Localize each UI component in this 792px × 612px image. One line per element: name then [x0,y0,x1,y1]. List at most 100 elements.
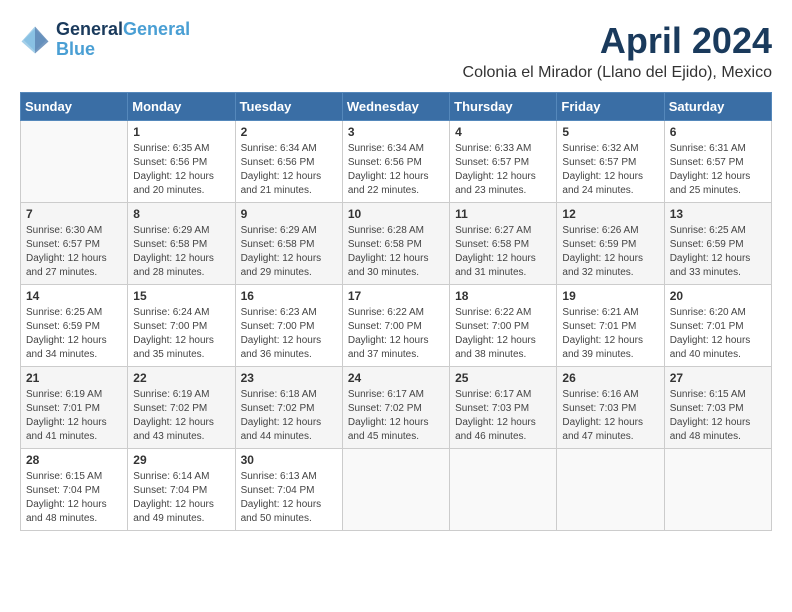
week-row-1: 1Sunrise: 6:35 AMSunset: 6:56 PMDaylight… [21,121,772,203]
day-number: 12 [562,207,658,221]
calendar-table: SundayMondayTuesdayWednesdayThursdayFrid… [20,92,772,531]
day-number: 14 [26,289,122,303]
day-cell: 30 Sunrise: 6:13 AMSunset: 7:04 PMDayligh… [235,449,342,531]
day-number: 3 [348,125,444,139]
day-info: Sunrise: 6:16 AMSunset: 7:03 PMDaylight:… [562,388,658,444]
day-cell: 10 Sunrise: 6:28 AMSunset: 6:58 PMDayligh… [342,203,449,285]
day-info: Sunrise: 6:31 AMSunset: 6:57 PMDaylight:… [670,142,766,198]
day-info: Sunrise: 6:15 AMSunset: 7:03 PMDaylight:… [670,388,766,444]
day-number: 6 [670,125,766,139]
day-number: 27 [670,371,766,385]
week-row-4: 21 Sunrise: 6:19 AMSunset: 7:01 PMDayligh… [21,367,772,449]
location-title: Colonia el Mirador (Llano del Ejido), Me… [463,64,772,82]
day-number: 22 [133,371,229,385]
day-info: Sunrise: 6:13 AMSunset: 7:04 PMDaylight:… [241,470,337,526]
day-cell: 11 Sunrise: 6:27 AMSunset: 6:58 PMDayligh… [450,203,557,285]
day-number: 15 [133,289,229,303]
page-header: GeneralGeneral Blue April 2024 Colonia e… [20,20,772,82]
day-cell [450,449,557,531]
day-cell [664,449,771,531]
day-info: Sunrise: 6:23 AMSunset: 7:00 PMDaylight:… [241,306,337,362]
day-info: Sunrise: 6:14 AMSunset: 7:04 PMDaylight:… [133,470,229,526]
column-header-saturday: Saturday [664,93,771,121]
day-cell: 18 Sunrise: 6:22 AMSunset: 7:00 PMDayligh… [450,285,557,367]
logo-icon [20,25,50,55]
day-number: 9 [241,207,337,221]
logo: GeneralGeneral Blue [20,20,190,60]
day-info: Sunrise: 6:18 AMSunset: 7:02 PMDaylight:… [241,388,337,444]
day-number: 8 [133,207,229,221]
day-cell: 6 Sunrise: 6:31 AMSunset: 6:57 PMDaylight… [664,121,771,203]
month-title: April 2024 [463,20,772,62]
day-info: Sunrise: 6:20 AMSunset: 7:01 PMDaylight:… [670,306,766,362]
day-number: 30 [241,453,337,467]
day-number: 24 [348,371,444,385]
day-info: Sunrise: 6:25 AMSunset: 6:59 PMDaylight:… [670,224,766,280]
day-cell: 19Sunrise: 6:21 AMSunset: 7:01 PMDayligh… [557,285,664,367]
day-info: Sunrise: 6:35 AMSunset: 6:56 PMDaylight:… [133,142,229,198]
day-number: 21 [26,371,122,385]
day-number: 29 [133,453,229,467]
day-cell: 1Sunrise: 6:35 AMSunset: 6:56 PMDaylight… [128,121,235,203]
day-cell: 25 Sunrise: 6:17 AMSunset: 7:03 PMDayligh… [450,367,557,449]
day-info: Sunrise: 6:29 AMSunset: 6:58 PMDaylight:… [133,224,229,280]
day-cell: 13 Sunrise: 6:25 AMSunset: 6:59 PMDayligh… [664,203,771,285]
day-info: Sunrise: 6:24 AMSunset: 7:00 PMDaylight:… [133,306,229,362]
day-info: Sunrise: 6:32 AMSunset: 6:57 PMDaylight:… [562,142,658,198]
day-cell: 20 Sunrise: 6:20 AMSunset: 7:01 PMDayligh… [664,285,771,367]
day-cell: 21 Sunrise: 6:19 AMSunset: 7:01 PMDayligh… [21,367,128,449]
day-info: Sunrise: 6:25 AMSunset: 6:59 PMDaylight:… [26,306,122,362]
day-cell: 23 Sunrise: 6:18 AMSunset: 7:02 PMDayligh… [235,367,342,449]
day-cell [342,449,449,531]
day-number: 10 [348,207,444,221]
day-cell: 28 Sunrise: 6:15 AMSunset: 7:04 PMDayligh… [21,449,128,531]
week-row-3: 14 Sunrise: 6:25 AMSunset: 6:59 PMDayligh… [21,285,772,367]
week-row-5: 28 Sunrise: 6:15 AMSunset: 7:04 PMDayligh… [21,449,772,531]
day-number: 16 [241,289,337,303]
day-number: 28 [26,453,122,467]
day-number: 20 [670,289,766,303]
day-info: Sunrise: 6:33 AMSunset: 6:57 PMDaylight:… [455,142,551,198]
week-row-2: 7Sunrise: 6:30 AMSunset: 6:57 PMDaylight… [21,203,772,285]
day-cell [557,449,664,531]
day-info: Sunrise: 6:19 AMSunset: 7:02 PMDaylight:… [133,388,229,444]
logo-text: GeneralGeneral Blue [56,20,190,60]
day-cell: 14 Sunrise: 6:25 AMSunset: 6:59 PMDayligh… [21,285,128,367]
day-number: 19 [562,289,658,303]
day-cell: 24Sunrise: 6:17 AMSunset: 7:02 PMDayligh… [342,367,449,449]
day-info: Sunrise: 6:27 AMSunset: 6:58 PMDaylight:… [455,224,551,280]
day-cell: 9Sunrise: 6:29 AMSunset: 6:58 PMDaylight… [235,203,342,285]
column-header-friday: Friday [557,93,664,121]
day-number: 18 [455,289,551,303]
column-header-thursday: Thursday [450,93,557,121]
day-info: Sunrise: 6:22 AMSunset: 7:00 PMDaylight:… [348,306,444,362]
day-number: 23 [241,371,337,385]
day-info: Sunrise: 6:22 AMSunset: 7:00 PMDaylight:… [455,306,551,362]
title-block: April 2024 Colonia el Mirador (Llano del… [463,20,772,82]
day-cell: 4 Sunrise: 6:33 AMSunset: 6:57 PMDaylight… [450,121,557,203]
day-info: Sunrise: 6:17 AMSunset: 7:03 PMDaylight:… [455,388,551,444]
day-cell: 29 Sunrise: 6:14 AMSunset: 7:04 PMDayligh… [128,449,235,531]
column-header-monday: Monday [128,93,235,121]
day-number: 5 [562,125,658,139]
day-number: 4 [455,125,551,139]
column-header-sunday: Sunday [21,93,128,121]
day-info: Sunrise: 6:28 AMSunset: 6:58 PMDaylight:… [348,224,444,280]
day-cell: 5 Sunrise: 6:32 AMSunset: 6:57 PMDaylight… [557,121,664,203]
day-number: 11 [455,207,551,221]
day-cell: 16 Sunrise: 6:23 AMSunset: 7:00 PMDayligh… [235,285,342,367]
day-cell: 8 Sunrise: 6:29 AMSunset: 6:58 PMDaylight… [128,203,235,285]
day-info: Sunrise: 6:15 AMSunset: 7:04 PMDaylight:… [26,470,122,526]
day-number: 13 [670,207,766,221]
day-cell: 7Sunrise: 6:30 AMSunset: 6:57 PMDaylight… [21,203,128,285]
day-cell: 12 Sunrise: 6:26 AMSunset: 6:59 PMDayligh… [557,203,664,285]
day-number: 17 [348,289,444,303]
day-info: Sunrise: 6:34 AMSunset: 6:56 PMDaylight:… [241,142,337,198]
day-cell: 3Sunrise: 6:34 AMSunset: 6:56 PMDaylight… [342,121,449,203]
day-number: 25 [455,371,551,385]
day-cell [21,121,128,203]
day-info: Sunrise: 6:19 AMSunset: 7:01 PMDaylight:… [26,388,122,444]
day-cell: 17 Sunrise: 6:22 AMSunset: 7:00 PMDayligh… [342,285,449,367]
day-info: Sunrise: 6:26 AMSunset: 6:59 PMDaylight:… [562,224,658,280]
day-number: 26 [562,371,658,385]
